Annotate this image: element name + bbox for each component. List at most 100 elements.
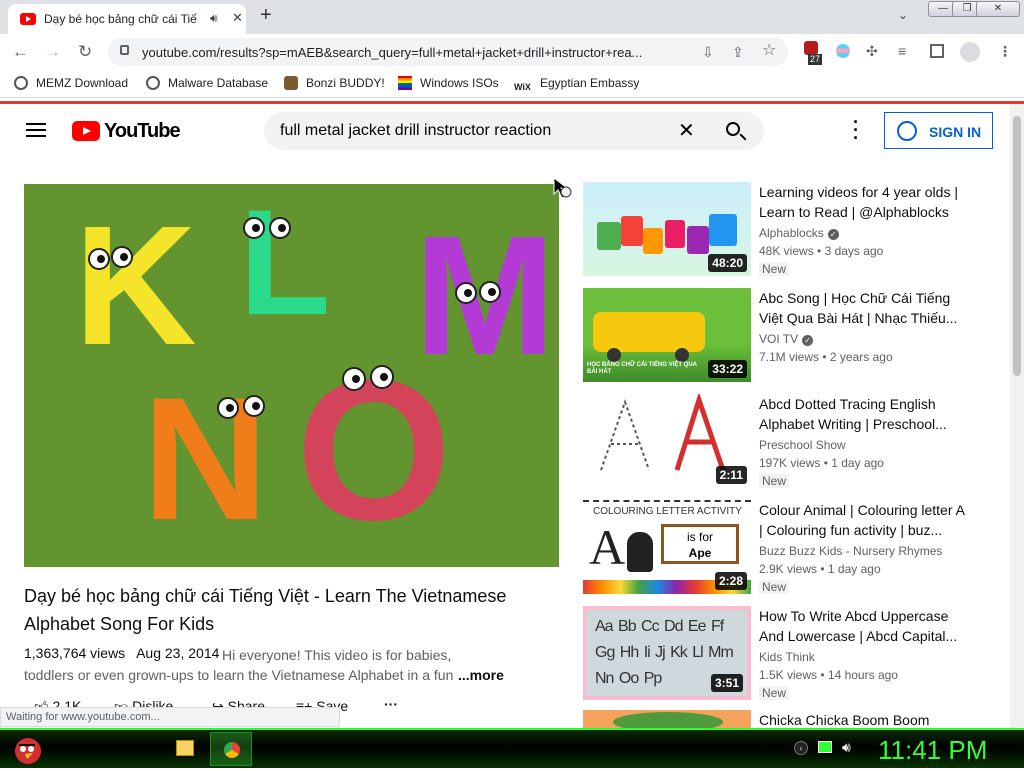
search-bar[interactable]: full metal jacket drill instructor react…: [264, 112, 764, 150]
suggestion-title[interactable]: Abcd Dotted Tracing English Alphabet Wri…: [759, 394, 969, 434]
clear-search-icon[interactable]: ✕: [678, 118, 695, 143]
youtube-logo-icon[interactable]: [72, 121, 100, 141]
suggestion-title[interactable]: Chicka Chicka Boom Boom: [759, 710, 969, 728]
start-button[interactable]: [10, 732, 46, 766]
thumb-heading: COLOURING LETTER ACTIVITY: [593, 506, 742, 517]
channel-name[interactable]: Kids Think: [759, 650, 815, 664]
bookmark-egyptian-embassy[interactable]: WiX Egyptian Embassy: [514, 76, 639, 94]
browser-status-bar: Waiting for www.youtube.com...: [0, 707, 340, 727]
letter-l: L: [239, 184, 331, 346]
channel-name[interactable]: Buzz Buzz Kids - Nursery Rhymes: [759, 544, 942, 558]
file-explorer-icon[interactable]: [176, 740, 194, 756]
suggestion-thumbnail[interactable]: HỌC BẢNG CHỮ CÁI TIẾNG VIỆT QUA BÀI HÁT …: [583, 288, 751, 382]
video-stats: 48K views • 3 days ago: [759, 244, 884, 258]
suggestion-title[interactable]: How To Write Abcd Uppercase And Lowercas…: [759, 606, 969, 646]
youtube-wordmark[interactable]: YouTube: [104, 120, 181, 143]
suggestion-thumbnail[interactable]: COLOURING LETTER ACTIVITY A is for Ape 2:…: [583, 500, 751, 594]
side-panel-icon[interactable]: [930, 44, 944, 58]
new-badge: New: [759, 580, 790, 594]
bonzi-icon: [284, 76, 298, 90]
audio-playing-icon[interactable]: 🔊︎: [210, 11, 218, 26]
thumb-sign: is for Ape: [661, 524, 739, 564]
network-icon[interactable]: [818, 741, 832, 753]
suggestion-title[interactable]: Colour Animal | Colouring letter A | Col…: [759, 500, 969, 540]
suggestion-item[interactable]: 2:11 Abcd Dotted Tracing English Alphabe…: [583, 394, 1003, 490]
tab-title: Dạy bé học bảng chữ cái Tiế: [44, 12, 197, 26]
more-actions-icon[interactable]: ···: [384, 696, 398, 712]
suggestion-thumbnail[interactable]: Aa Bb Cc Dd Ee Ff Gg Hh Ii Jj Kk Ll Mm N…: [583, 606, 751, 700]
suggestion-title[interactable]: Learning videos for 4 year olds | Learn …: [759, 182, 969, 222]
verified-check-icon: ✓: [827, 229, 839, 240]
main-video-title[interactable]: Dạy bé học bảng chữ cái Tiếng Việt - Lea…: [24, 582, 544, 638]
install-icon[interactable]: ⇩: [702, 43, 714, 61]
flag-extension-icon[interactable]: [836, 44, 850, 58]
video-stats: 7.1M views • 2 years ago: [759, 350, 893, 364]
duration-badge: 2:11: [715, 466, 747, 484]
taskbar-clock[interactable]: 11:41 PM: [878, 735, 987, 766]
reload-icon[interactable]: ↻: [78, 42, 92, 62]
tab-search-chevron-icon[interactable]: ⌄: [898, 8, 908, 22]
bookmark-bonzi-buddy[interactable]: Bonzi BUDDY!: [284, 76, 385, 90]
sign-in-button[interactable]: SIGN IN: [884, 112, 993, 149]
youtube-header: YouTube full metal jacket drill instruct…: [0, 104, 1010, 160]
address-bar[interactable]: youtube.com/results?sp=mAEB&search_query…: [108, 38, 788, 66]
bookmark-windows-isos[interactable]: Windows ISOs: [398, 76, 499, 90]
rainbow-flag-icon: [398, 76, 412, 90]
youtube-favicon-icon: [20, 13, 36, 25]
browser-menu-icon[interactable]: ⋮: [998, 42, 1012, 60]
extensions-puzzle-icon[interactable]: ✣: [866, 42, 878, 60]
back-arrow-icon[interactable]: ←: [12, 42, 29, 62]
bookmark-memz[interactable]: MEMZ Download: [14, 76, 128, 90]
search-icon[interactable]: [726, 122, 740, 136]
suggestion-thumbnail[interactable]: 2:11: [583, 394, 751, 488]
browser-toolbar: ← → ↻ youtube.com/results?sp=mAEB&search…: [0, 34, 1024, 70]
new-tab-button[interactable]: +: [260, 5, 272, 25]
suggestion-item[interactable]: Chicka Chicka Boom Boom: [583, 710, 1003, 728]
globe-icon: [14, 76, 28, 90]
suggestion-thumbnail[interactable]: [583, 710, 751, 728]
wix-icon: WiX: [514, 82, 531, 92]
forward-arrow-icon[interactable]: →: [44, 42, 61, 62]
channel-name[interactable]: Alphablocks ✓: [759, 226, 839, 240]
bookmark-malware-database[interactable]: Malware Database: [146, 76, 268, 90]
page-scrollbar[interactable]: [1010, 104, 1024, 728]
more-link[interactable]: ...more: [458, 665, 504, 685]
suggestion-item[interactable]: COLOURING LETTER ACTIVITY A is for Ape 2:…: [583, 500, 1003, 596]
main-video-thumbnail[interactable]: K L M N O: [24, 184, 559, 567]
taskbar: ‹ 🔊︎ 11:41 PM: [0, 728, 1024, 768]
url-text[interactable]: youtube.com/results?sp=mAEB&search_query…: [142, 45, 698, 60]
bookmarks-bar: MEMZ Download Malware Database Bonzi BUD…: [0, 70, 1024, 98]
video-stats: 197K views • 1 day ago: [759, 456, 884, 470]
profile-avatar-icon[interactable]: [960, 42, 980, 62]
share-icon[interactable]: ⇪: [732, 43, 744, 61]
close-tab-icon[interactable]: ✕: [232, 10, 243, 26]
active-tab[interactable]: Dạy bé học bảng chữ cái Tiế 🔊︎ ✕: [8, 4, 246, 34]
video-stats: 1.5K views • 14 hours ago: [759, 668, 898, 682]
hamburger-menu-icon[interactable]: [26, 123, 46, 138]
suggestion-item[interactable]: 48:20 Learning videos for 4 year olds | …: [583, 182, 1003, 278]
search-input[interactable]: full metal jacket drill instructor react…: [280, 122, 551, 140]
busy-cursor-icon: [553, 176, 572, 199]
suggestion-item[interactable]: HỌC BẢNG CHỮ CÁI TIẾNG VIỆT QUA BÀI HÁT …: [583, 288, 1003, 384]
user-circle-icon: [897, 121, 917, 141]
suggestion-thumbnail[interactable]: 48:20: [583, 182, 751, 276]
suggestion-title[interactable]: Abc Song | Học Chữ Cái Tiếng Việt Qua Bà…: [759, 288, 969, 328]
media-control-icon[interactable]: ≡: [898, 42, 906, 60]
new-badge: New: [759, 686, 790, 700]
show-hidden-icons[interactable]: ‹: [794, 741, 808, 755]
new-badge: New: [759, 474, 790, 488]
globe-icon: [146, 76, 160, 90]
settings-menu-icon[interactable]: · · ·: [852, 113, 860, 147]
suggestion-item[interactable]: Aa Bb Cc Dd Ee Ff Gg Hh Ii Jj Kk Ll Mm N…: [583, 606, 1003, 702]
extension-shield-icon[interactable]: [804, 41, 818, 55]
video-stats: 2.9K views • 1 day ago: [759, 562, 881, 576]
close-window-button[interactable]: ✕: [976, 1, 1020, 17]
chrome-taskbar-button[interactable]: [210, 732, 252, 766]
channel-name[interactable]: Preschool Show: [759, 438, 846, 452]
volume-icon[interactable]: 🔊︎: [842, 739, 851, 756]
thumb-letter-a: A: [589, 519, 626, 575]
scrollbar-thumb[interactable]: [1013, 116, 1021, 376]
letter-n: N: [142, 362, 268, 557]
channel-name[interactable]: VOI TV ✓: [759, 332, 814, 346]
bookmark-star-icon[interactable]: ☆: [762, 42, 776, 60]
